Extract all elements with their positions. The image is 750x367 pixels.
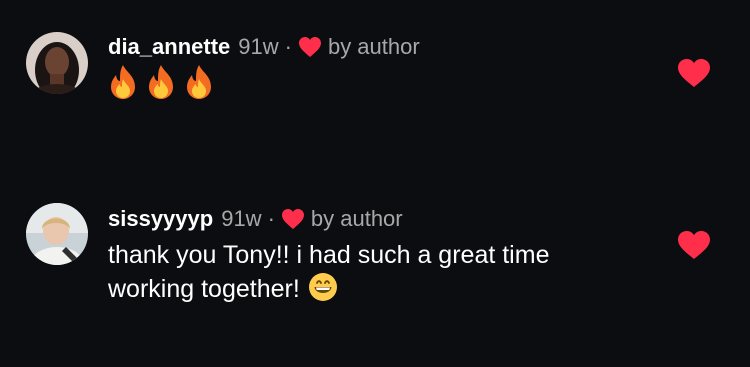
liked-by-author-label: by author — [310, 206, 403, 231]
comment-header: dia_annette 91w · by author — [108, 34, 420, 60]
grinning-face-icon — [308, 273, 337, 301]
like-heart-icon[interactable] — [677, 230, 711, 260]
username[interactable]: dia_annette — [108, 34, 230, 60]
separator: · — [267, 206, 275, 231]
separator: · — [284, 34, 292, 59]
comment-text-span: working together! — [108, 275, 300, 303]
avatar[interactable] — [26, 203, 88, 265]
fire-icon — [149, 65, 173, 99]
timestamp: 91w — [238, 34, 279, 59]
comment-text-line: thank you Tony!! i had such a great time — [108, 241, 550, 269]
comment-text — [108, 64, 214, 100]
fire-icon — [187, 65, 211, 99]
comment-text-line: working together! — [108, 272, 668, 306]
like-heart-icon[interactable] — [677, 58, 711, 88]
comment-text: thank you Tony!! i had such a great time… — [108, 238, 668, 306]
timestamp: 91w — [221, 206, 262, 231]
avatar[interactable] — [26, 32, 88, 94]
comment-header: sissyyyyp 91w · by author — [108, 206, 403, 232]
fire-icon — [111, 65, 135, 99]
username[interactable]: sissyyyyp — [108, 206, 213, 232]
heart-icon — [298, 37, 321, 57]
heart-icon — [281, 209, 304, 229]
liked-by-author-label: by author — [327, 34, 420, 59]
